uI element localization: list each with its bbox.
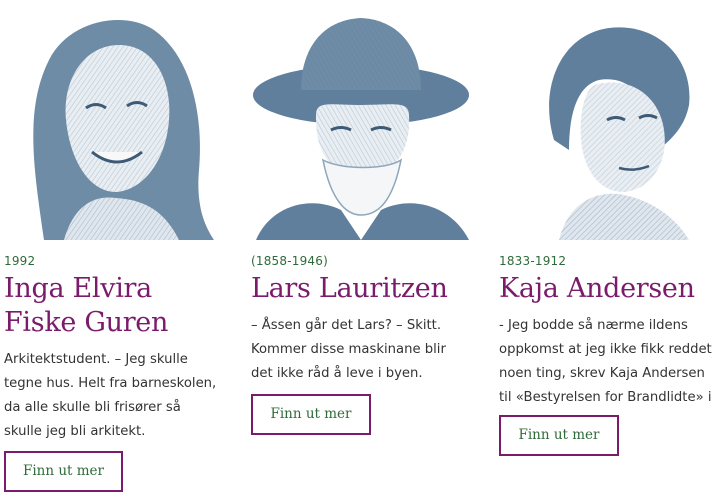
person-card-lars: (1858-1946) Lars Lauritzen – Åssen går d… <box>251 0 471 435</box>
person-name: Inga Elvira Fiske Guren <box>4 273 169 338</box>
person-card-inga: 1992 Inga Elvira Fiske Guren Arkitektstu… <box>4 0 224 492</box>
person-card-kaja: 1833-1912 Kaja Andersen - Jeg bodde så n… <box>499 0 719 456</box>
woman-portrait-sketch-icon <box>33 20 214 240</box>
years-label: 1833-1912 <box>499 254 567 268</box>
person-name: Lars Lauritzen <box>251 273 448 304</box>
old-woman-portrait-sketch-icon <box>549 27 690 240</box>
person-name: Kaja Andersen <box>499 273 695 304</box>
person-description: Arkitektstudent. – Jeg skulle tegne hus.… <box>4 352 217 439</box>
years-label: (1858-1946) <box>251 254 328 268</box>
years-label: 1992 <box>4 254 36 268</box>
find-out-more-button[interactable]: Finn ut mer <box>4 451 123 492</box>
find-out-more-button[interactable]: Finn ut mer <box>499 415 619 456</box>
man-with-hat-portrait-sketch-icon <box>253 18 469 240</box>
person-description: – Åssen går det Lars? – Skitt. Kommer di… <box>251 318 446 381</box>
find-out-more-button[interactable]: Finn ut mer <box>251 394 371 435</box>
